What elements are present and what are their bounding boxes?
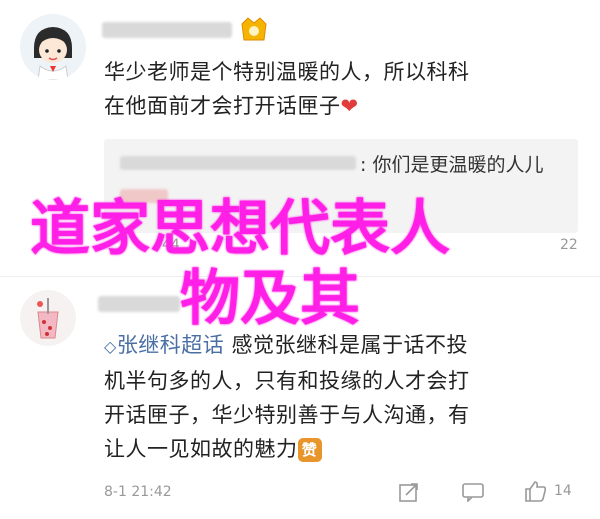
username-blurred[interactable] [98, 296, 180, 312]
avatar-drink-icon [20, 290, 76, 346]
comment-line-text: 让人一见如故的魅力 [104, 437, 298, 461]
comment-icon [462, 483, 484, 502]
comment-text: ◇张继科超话 感觉张继科是属于话不投 机半句多的人，只有和投缘的人才会打 开话匣… [104, 328, 470, 466]
comment-line: 华少老师是个特别温暖的人，所以科科 [104, 60, 470, 84]
like-count: 14 [554, 483, 572, 499]
comment-line-text: 感觉张继科是属于话不投 [231, 333, 468, 357]
comment-line: 机半句多的人，只有和投缘的人才会打 [104, 369, 470, 393]
comment-button[interactable] [462, 482, 484, 502]
like-button[interactable]: 14 [524, 480, 572, 502]
avatar-girl-icon [20, 14, 86, 80]
topic-label: 张继科超话 [116, 333, 225, 357]
comment-line-2: 在他面前才会打开话匣子❤ [104, 89, 470, 123]
quote-text: : 你们是更温暖的人儿 [360, 154, 544, 176]
overlay-title-line-1: 道家思想代表人 [30, 194, 450, 264]
topic-diamond-icon: ◇ [104, 337, 117, 356]
heart-icon: ❤ [340, 94, 359, 118]
share-button[interactable] [398, 481, 420, 503]
timestamp: 8-1 21:42 [104, 484, 172, 500]
like-count: 22 [560, 237, 578, 253]
overlay-title-line-2: 物及其 [180, 264, 360, 334]
username-blurred[interactable] [102, 22, 232, 38]
vip-badge-icon [236, 14, 272, 44]
share-icon [399, 483, 418, 502]
comment-line-4: 让人一见如故的魅力赞 [104, 432, 470, 466]
comment-text: 华少老师是个特别温暖的人，所以科科 在他面前才会打开话匣子❤ [104, 55, 470, 123]
zan-emoji-icon: 赞 [297, 438, 322, 462]
avatar[interactable] [20, 14, 86, 80]
like-icon [525, 481, 547, 502]
quote-user-blurred [120, 156, 356, 170]
comment-line: 开话匣子，华少特别善于与人沟通，有 [104, 403, 470, 427]
comment-line-text: 在他面前才会打开话匣子 [104, 94, 341, 118]
topic-link[interactable]: ◇张继科超话 [104, 333, 232, 357]
avatar[interactable] [20, 290, 76, 346]
